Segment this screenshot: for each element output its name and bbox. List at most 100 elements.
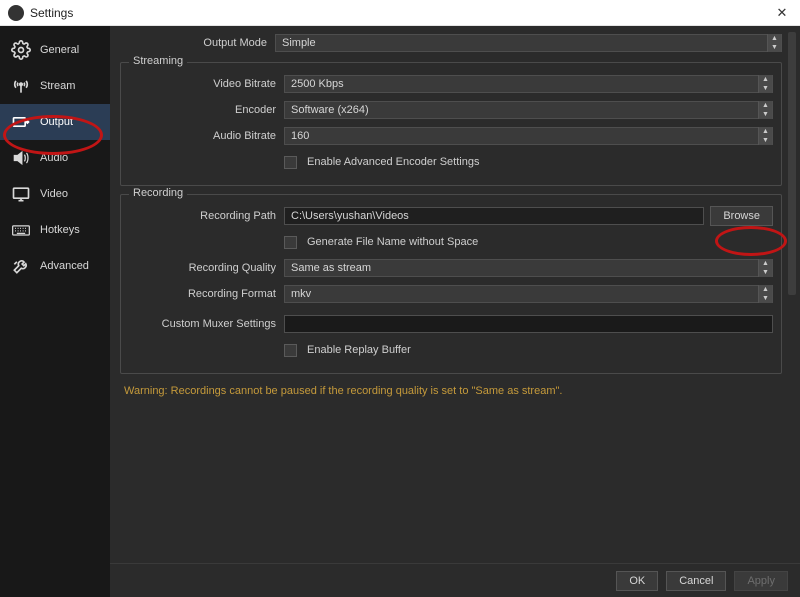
window-title: Settings — [30, 6, 772, 20]
content-pane: Output Mode Simple ▲▼ Streaming Video Bi… — [110, 26, 800, 597]
value: Simple — [282, 37, 316, 49]
legend-streaming: Streaming — [129, 55, 187, 67]
warning-text: Warning: Recordings cannot be paused if … — [124, 384, 778, 399]
spin-video-bitrate[interactable]: 2500 Kbps ▲▼ — [284, 75, 773, 93]
spin-arrows[interactable]: ▲▼ — [767, 34, 781, 52]
window-body: General Stream Output Audio Video Hotkey… — [0, 26, 800, 597]
label-encoder: Encoder — [129, 104, 284, 116]
sidebar-item-label: Advanced — [40, 260, 89, 272]
scroll-area[interactable]: Output Mode Simple ▲▼ Streaming Video Bi… — [110, 26, 800, 563]
spin-audio-bitrate[interactable]: 160 ▲▼ — [284, 127, 773, 145]
spin-arrows[interactable]: ▲▼ — [758, 75, 772, 93]
speaker-icon — [10, 148, 32, 168]
chevron-down-icon: ▼ — [768, 43, 781, 52]
chevron-up-icon: ▲ — [759, 75, 772, 84]
value: 160 — [291, 130, 309, 142]
input-recording-path[interactable]: C:\Users\yushan\Videos — [284, 207, 704, 225]
input-muxer[interactable] — [284, 315, 773, 333]
sidebar-item-output[interactable]: Output — [0, 104, 110, 140]
spin-arrows[interactable]: ▲▼ — [758, 259, 772, 277]
chevron-up-icon: ▲ — [759, 285, 772, 294]
row-gen-no-space: Generate File Name without Space — [129, 231, 773, 253]
row-recording-path: Recording Path C:\Users\yushan\Videos Br… — [129, 205, 773, 227]
app-icon — [8, 5, 24, 21]
chevron-down-icon: ▼ — [759, 110, 772, 119]
row-recording-format: Recording Format mkv ▲▼ — [129, 283, 773, 305]
sidebar-item-audio[interactable]: Audio — [0, 140, 110, 176]
spin-arrows[interactable]: ▲▼ — [758, 127, 772, 145]
sidebar-item-label: Video — [40, 188, 68, 200]
row-audio-bitrate: Audio Bitrate 160 ▲▼ — [129, 125, 773, 147]
chevron-down-icon: ▼ — [759, 84, 772, 93]
scrollbar-thumb[interactable] — [788, 32, 796, 295]
sidebar-item-label: Audio — [40, 152, 68, 164]
value: Same as stream — [291, 262, 371, 274]
label-audio-bitrate: Audio Bitrate — [129, 130, 284, 142]
sidebar-item-advanced[interactable]: Advanced — [0, 248, 110, 284]
sidebar-item-label: Output — [40, 116, 73, 128]
fieldset-recording: Recording Recording Path C:\Users\yushan… — [120, 194, 782, 374]
label-gen-no-space: Generate File Name without Space — [307, 236, 478, 248]
tools-icon — [10, 256, 32, 276]
close-icon[interactable]: ✕ — [772, 5, 792, 21]
cancel-button[interactable]: Cancel — [666, 571, 726, 591]
value: Software (x264) — [291, 104, 369, 116]
apply-button[interactable]: Apply — [734, 571, 788, 591]
label-recording-format: Recording Format — [129, 288, 284, 300]
row-output-mode: Output Mode Simple ▲▼ — [120, 32, 782, 54]
combo-output-mode[interactable]: Simple ▲▼ — [275, 34, 782, 52]
settings-window: Settings ✕ General Stream Output Audio — [0, 0, 800, 597]
chevron-down-icon: ▼ — [759, 294, 772, 303]
spin-arrows[interactable]: ▲▼ — [758, 101, 772, 119]
label-enable-advanced: Enable Advanced Encoder Settings — [307, 156, 479, 168]
combo-recording-quality[interactable]: Same as stream ▲▼ — [284, 259, 773, 277]
keyboard-icon — [10, 220, 32, 240]
antenna-icon — [10, 76, 32, 96]
ok-button[interactable]: OK — [616, 571, 658, 591]
sidebar-item-label: Stream — [40, 80, 75, 92]
scrollbar[interactable] — [788, 32, 796, 557]
label-recording-quality: Recording Quality — [129, 262, 284, 274]
row-muxer: Custom Muxer Settings — [129, 313, 773, 335]
legend-recording: Recording — [129, 187, 187, 199]
gear-icon — [10, 40, 32, 60]
sidebar-item-general[interactable]: General — [0, 32, 110, 68]
checkbox-replay-buffer[interactable] — [284, 344, 297, 357]
sidebar-item-stream[interactable]: Stream — [0, 68, 110, 104]
label-muxer: Custom Muxer Settings — [129, 318, 284, 330]
combo-encoder[interactable]: Software (x264) ▲▼ — [284, 101, 773, 119]
row-replay-buffer: Enable Replay Buffer — [129, 339, 773, 361]
dialog-footer: OK Cancel Apply — [110, 563, 800, 597]
chevron-up-icon: ▲ — [759, 101, 772, 110]
value: C:\Users\yushan\Videos — [291, 210, 409, 222]
browse-button[interactable]: Browse — [710, 206, 773, 226]
chevron-down-icon: ▼ — [759, 268, 772, 277]
value: 2500 Kbps — [291, 78, 344, 90]
value: mkv — [291, 288, 311, 300]
label-output-mode: Output Mode — [120, 37, 275, 49]
monitor-icon — [10, 184, 32, 204]
row-video-bitrate: Video Bitrate 2500 Kbps ▲▼ — [129, 73, 773, 95]
chevron-up-icon: ▲ — [759, 259, 772, 268]
label-video-bitrate: Video Bitrate — [129, 78, 284, 90]
chevron-up-icon: ▲ — [759, 127, 772, 136]
chevron-down-icon: ▼ — [759, 136, 772, 145]
checkbox-gen-no-space[interactable] — [284, 236, 297, 249]
sidebar-item-label: Hotkeys — [40, 224, 80, 236]
label-replay-buffer: Enable Replay Buffer — [307, 344, 411, 356]
row-encoder: Encoder Software (x264) ▲▼ — [129, 99, 773, 121]
sidebar-item-video[interactable]: Video — [0, 176, 110, 212]
sidebar-item-hotkeys[interactable]: Hotkeys — [0, 212, 110, 248]
spin-arrows[interactable]: ▲▼ — [758, 285, 772, 303]
titlebar: Settings ✕ — [0, 0, 800, 26]
fieldset-streaming: Streaming Video Bitrate 2500 Kbps▲▼ Enco… — [120, 62, 782, 186]
combo-recording-format[interactable]: mkv ▲▼ — [284, 285, 773, 303]
output-icon — [10, 112, 32, 132]
chevron-up-icon: ▲ — [768, 34, 781, 43]
label-recording-path: Recording Path — [129, 210, 284, 222]
row-recording-quality: Recording Quality Same as stream ▲▼ — [129, 257, 773, 279]
sidebar-item-label: General — [40, 44, 79, 56]
sidebar: General Stream Output Audio Video Hotkey… — [0, 26, 110, 597]
row-enable-advanced: Enable Advanced Encoder Settings — [129, 151, 773, 173]
checkbox-enable-advanced[interactable] — [284, 156, 297, 169]
